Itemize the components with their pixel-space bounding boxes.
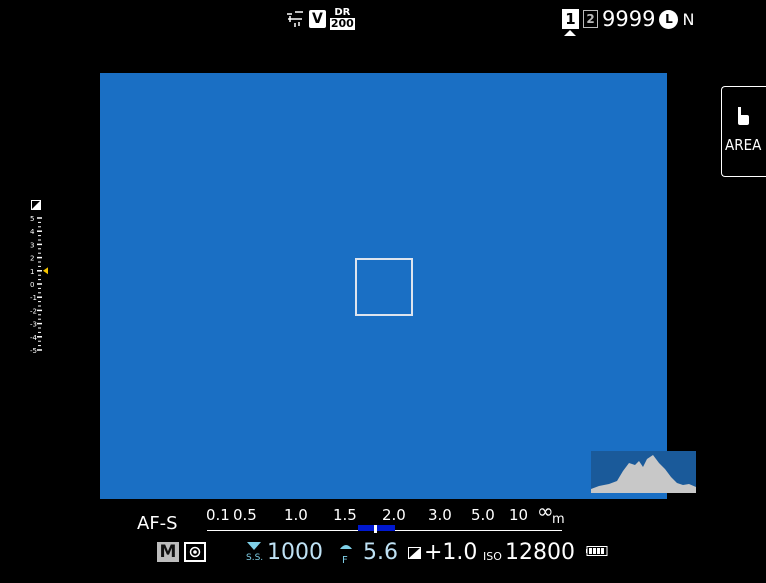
dynamic-range-badge: DR 200 xyxy=(329,8,355,30)
focus-frame[interactable] xyxy=(355,258,413,316)
exposure-compensation-value: +1.0 xyxy=(424,540,478,565)
top-status-icons: V DR 200 xyxy=(285,6,355,32)
exposure-tick-label: -5 xyxy=(30,347,37,355)
exposure-tick-label: 1 xyxy=(30,268,34,276)
frames-remaining: 9999 xyxy=(602,7,656,31)
shutter-speed-icon xyxy=(247,542,261,550)
af-mode: AF-S xyxy=(137,513,178,534)
exposure-tick-label: -3 xyxy=(30,321,37,329)
active-slot-arrow-icon xyxy=(564,30,576,36)
battery-icon xyxy=(586,546,608,556)
focus-area-button[interactable] xyxy=(721,86,766,177)
metering-mode-icon xyxy=(184,542,206,562)
iso-label: ISO xyxy=(483,550,502,563)
card-slot-1-icon: 1 xyxy=(562,9,579,29)
exposure-tick-label: 2 xyxy=(30,255,34,263)
exposure-tick-label: -1 xyxy=(30,294,37,302)
aperture-value: 5.6 xyxy=(363,540,398,565)
exposure-comp-icon xyxy=(31,200,41,210)
distance-label: m xyxy=(552,512,565,527)
histogram-graph xyxy=(591,455,696,493)
aperture-icon: F xyxy=(340,545,352,564)
exposure-tick-label: -4 xyxy=(30,334,38,342)
exposure-tick-label: 3 xyxy=(30,241,34,249)
card-slot-2-icon: 2 xyxy=(583,10,598,28)
distance-label: 0.1 xyxy=(206,506,230,524)
distance-label: 0.5 xyxy=(233,506,257,524)
exposure-tick-label: 4 xyxy=(30,228,35,236)
focus-distance-marker xyxy=(374,525,377,533)
histogram xyxy=(591,451,696,493)
distance-label: 10 xyxy=(509,506,529,524)
dr-value: 200 xyxy=(329,17,355,30)
distance-label: 1.5 xyxy=(333,506,357,524)
iso-value: 12800 xyxy=(505,540,575,565)
area-label: AREA xyxy=(725,136,762,154)
image-size-icon: L xyxy=(659,9,679,29)
distance-label: 2.0 xyxy=(382,506,406,524)
shutter-speed-value: 1000 xyxy=(267,540,323,565)
film-simulation-badge: V xyxy=(309,10,326,28)
distance-label: 5.0 xyxy=(471,506,495,524)
touch-hand-icon xyxy=(738,107,749,125)
exposure-tick-marks: 5 4 3 2 1 0 -1 -2 -3 -4 -5 xyxy=(30,215,48,355)
ois-icon xyxy=(287,11,303,27)
exposure-indicator xyxy=(43,267,48,275)
distance-label: 1.0 xyxy=(284,506,308,524)
svg-text:F: F xyxy=(342,555,348,564)
exposure-compensation-icon xyxy=(408,547,421,559)
exposure-tick-label: 0 xyxy=(30,281,34,289)
image-quality: N xyxy=(682,9,695,29)
card-and-quality-status: 1 2 9999 L N xyxy=(562,6,694,32)
distance-label: 3.0 xyxy=(428,506,452,524)
exposure-scale: 5 4 3 2 1 0 -1 -2 -3 -4 -5 xyxy=(30,200,50,360)
shutter-speed-prefix: S.S. xyxy=(246,553,264,563)
shooting-mode-badge: M xyxy=(157,542,179,562)
exposure-tick-label: -2 xyxy=(30,307,37,315)
exposure-tick-label: 5 xyxy=(30,215,34,223)
